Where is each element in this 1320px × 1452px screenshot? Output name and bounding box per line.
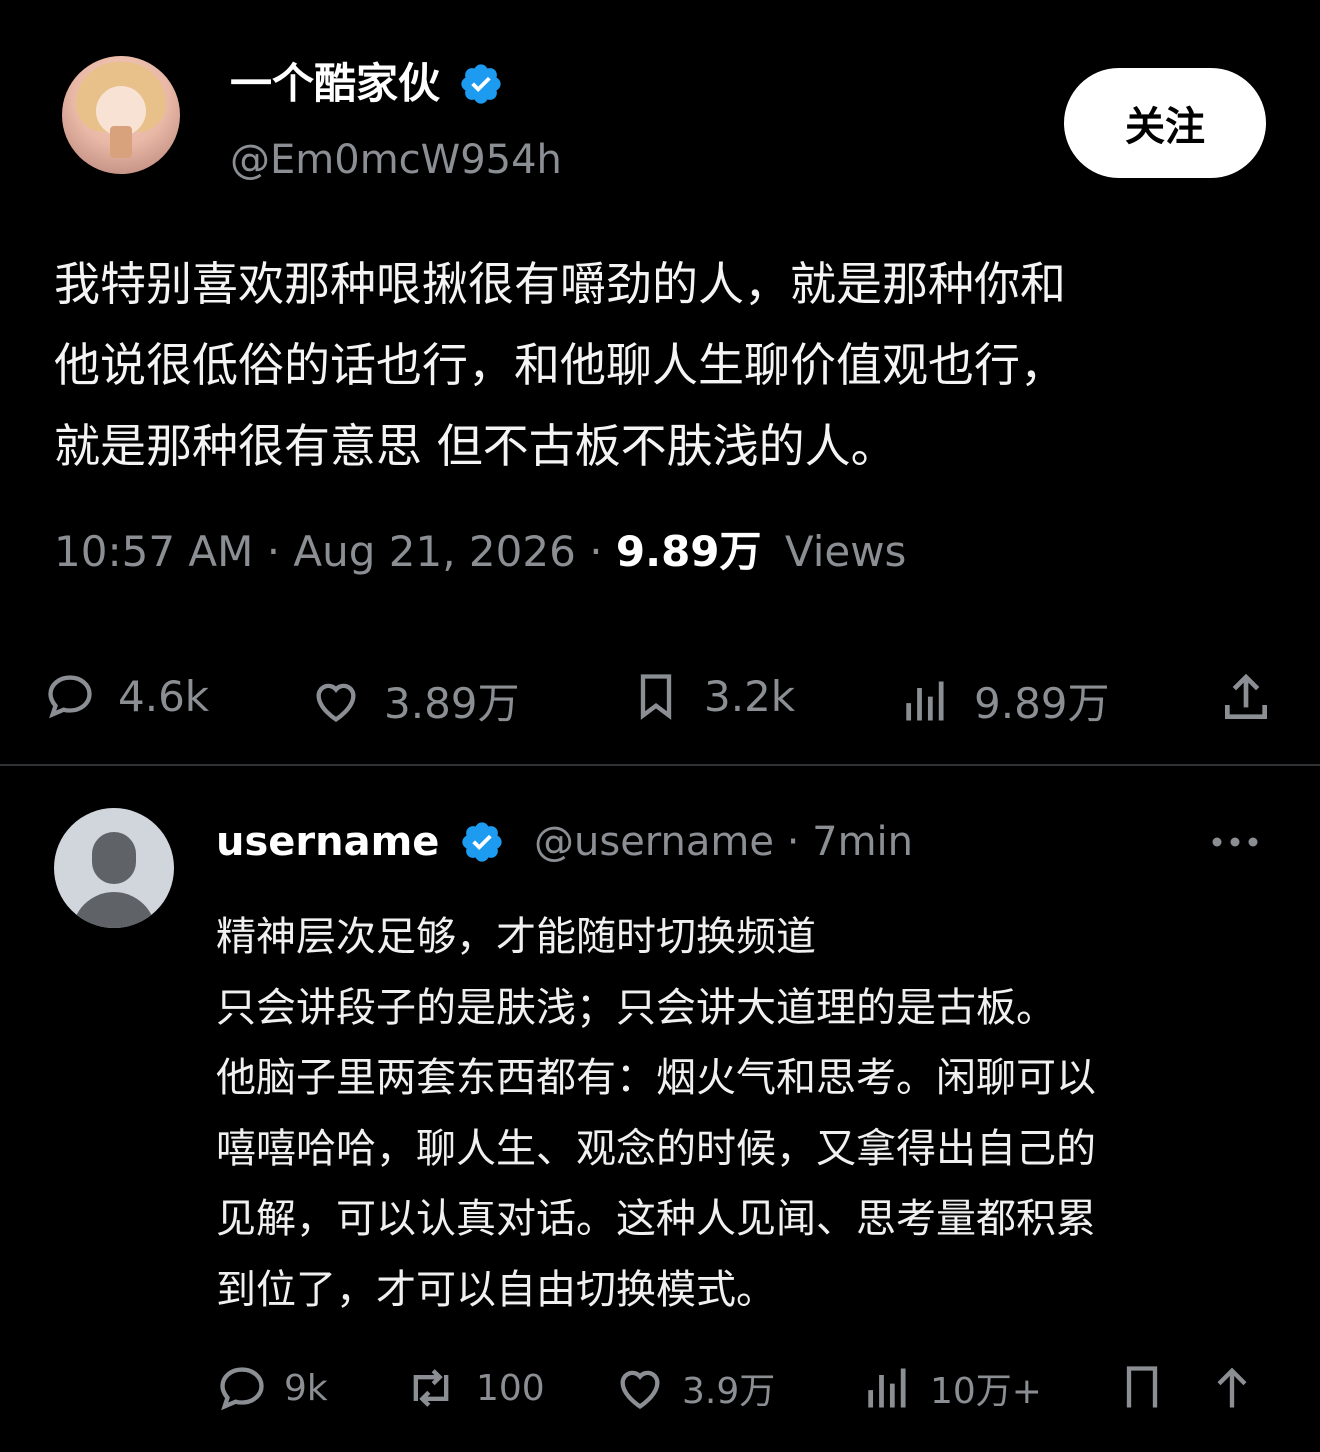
- reply-handle[interactable]: @username: [534, 819, 774, 865]
- reply-icon: [48, 675, 92, 719]
- repost-count: 100: [476, 1367, 545, 1409]
- follow-button[interactable]: 关注: [1064, 68, 1266, 178]
- meta-separator: ·: [786, 819, 813, 865]
- repost-icon: [413, 1369, 449, 1407]
- author-display-name[interactable]: 一个酷家伙: [230, 58, 504, 110]
- heart-icon: [620, 1370, 660, 1409]
- bookmark-icon: [640, 674, 672, 720]
- views-label: Views: [784, 527, 907, 576]
- post-time[interactable]: 10:57 AM: [54, 527, 253, 576]
- reply-age[interactable]: 7min: [812, 819, 913, 865]
- views-action-count: 9.89万: [974, 679, 1110, 728]
- heart-icon: [316, 683, 356, 722]
- reply-views-action[interactable]: 10万+: [862, 1362, 1042, 1414]
- post-date[interactable]: Aug 21, 2026: [293, 527, 575, 576]
- reply-action[interactable]: 4.6k: [44, 670, 209, 722]
- bookmark-count: 3.2k: [704, 671, 796, 721]
- reply-handle-line: @username · 7min: [534, 814, 913, 870]
- reply-like-action[interactable]: 3.9万: [614, 1362, 775, 1414]
- like-count: 3.89万: [384, 679, 520, 728]
- reply-like-count: 3.9万: [682, 1371, 776, 1412]
- reply-text: 精神层次足够，才能随时切换频道 只会讲段子的是肤浅；只会讲大道理的是古板。 他脑…: [216, 914, 1096, 1313]
- post-text: 我特别喜欢那种哏揪很有嚼劲的人，就是那种你和 他说很低俗的话也行，和他聊人生聊价…: [54, 257, 1066, 473]
- reply-reply-count: 9k: [284, 1367, 328, 1409]
- post-meta: 10:57 AM · Aug 21, 2026 · 9.89万 Views: [54, 524, 906, 580]
- share-icon: [1225, 673, 1267, 719]
- author-avatar[interactable]: [62, 56, 180, 174]
- reply-bookmark-action[interactable]: [1116, 1362, 1168, 1414]
- views-icon: [906, 681, 944, 720]
- reply-name-text: username: [216, 819, 440, 865]
- author-name-text: 一个酷家伙: [230, 59, 441, 108]
- meta-separator: ·: [589, 527, 616, 576]
- bookmark-action[interactable]: 3.2k: [630, 670, 795, 722]
- verified-badge-icon: [462, 822, 503, 862]
- verified-badge-icon: [461, 64, 501, 104]
- like-action[interactable]: 3.89万: [310, 670, 520, 731]
- more-icon[interactable]: [1210, 832, 1260, 852]
- share-icon: [1217, 1367, 1247, 1408]
- views-count: 9.89万: [615, 527, 762, 576]
- reply-count: 4.6k: [118, 671, 210, 721]
- share-action[interactable]: [1218, 670, 1274, 726]
- repost-action[interactable]: 100: [402, 1362, 545, 1414]
- views-action[interactable]: 9.89万: [900, 670, 1110, 731]
- bookmark-icon: [1126, 1366, 1158, 1408]
- reply-display-name[interactable]: username: [216, 814, 505, 870]
- meta-separator: ·: [266, 527, 294, 576]
- reply-views-count: 10万+: [930, 1371, 1042, 1412]
- reply-reply-action[interactable]: 9k: [216, 1362, 328, 1414]
- views-icon: [868, 1368, 906, 1408]
- reply-icon: [220, 1367, 264, 1411]
- reply-avatar[interactable]: [54, 808, 174, 928]
- reply-share-action[interactable]: [1206, 1362, 1258, 1414]
- divider: [0, 764, 1320, 766]
- author-handle[interactable]: @Em0mcW954h: [230, 136, 562, 184]
